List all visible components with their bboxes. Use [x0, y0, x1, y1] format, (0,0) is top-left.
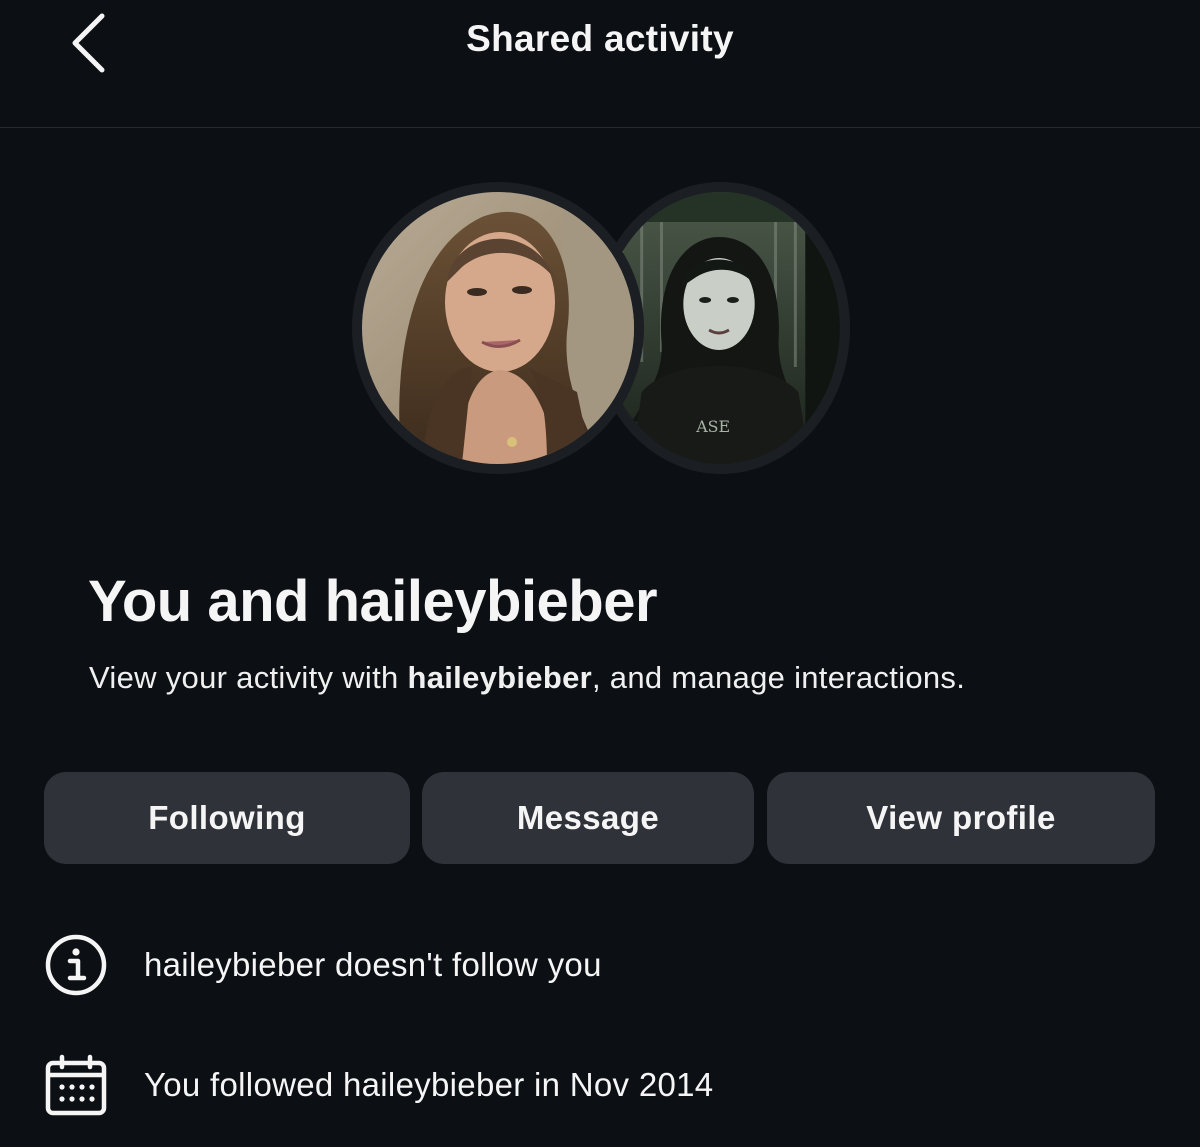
shared-activity-screen: Shared activity ASE You and haileybieber… — [0, 0, 1200, 1147]
description-prefix: View your activity with — [89, 660, 408, 695]
message-button[interactable]: Message — [422, 772, 754, 864]
calendar-icon — [44, 1053, 108, 1117]
followed-since-text: You followed haileybieber in Nov 2014 — [144, 1066, 714, 1103]
shared-activity-heading: You and haileybieber — [88, 569, 658, 634]
following-button[interactable]: Following — [44, 772, 410, 864]
follow-status-row: haileybieber doesn't follow you — [44, 930, 602, 1000]
description-username: haileybieber — [407, 660, 592, 695]
description-suffix: , and manage interactions. — [591, 660, 966, 695]
follow-status-text: haileybieber doesn't follow you — [144, 946, 602, 983]
page-title: Shared activity — [466, 18, 734, 59]
view-profile-button[interactable]: View profile — [767, 772, 1155, 864]
header: Shared activity — [0, 0, 1200, 128]
info-icon — [44, 933, 108, 997]
avatar-haileybieber[interactable] — [352, 182, 644, 474]
svg-text:ASE: ASE — [695, 417, 730, 436]
shared-activity-description: View your activity with haileybieber, an… — [89, 660, 965, 696]
followed-since-row: You followed haileybieber in Nov 2014 — [44, 1050, 713, 1120]
profile-photo-haileybieber — [362, 192, 634, 464]
